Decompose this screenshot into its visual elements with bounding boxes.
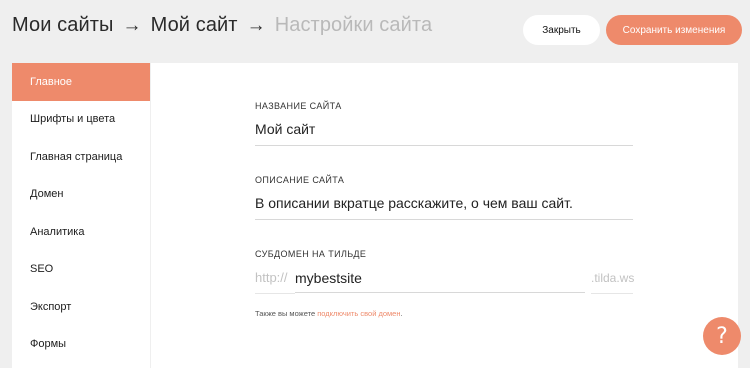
- domain-hint-text: Также вы можете: [255, 309, 318, 318]
- site-description-input[interactable]: [255, 195, 633, 220]
- save-button[interactable]: Сохранить изменения: [606, 15, 742, 45]
- breadcrumb-my-sites[interactable]: Мои сайты: [12, 14, 113, 37]
- sidebar: Главное Шрифты и цвета Главная страница …: [12, 63, 150, 368]
- subdomain-field: Субдомен на тильде http:// .tilda.ws: [255, 249, 635, 294]
- subdomain-suffix: .tilda.ws: [591, 271, 635, 285]
- divider: [255, 293, 295, 294]
- site-description-field: Описание сайта: [255, 175, 633, 220]
- question-icon: ?: [716, 323, 728, 349]
- site-name-input[interactable]: [255, 121, 633, 146]
- sidebar-item-export[interactable]: Экспорт: [12, 288, 150, 326]
- subdomain-prefix: http://: [255, 270, 288, 285]
- sidebar-item-seo[interactable]: SEO: [12, 251, 150, 289]
- divider: [591, 293, 633, 294]
- breadcrumb-arrow-icon: →: [246, 14, 266, 36]
- settings-panel: Название сайта Описание сайта Субдомен н…: [151, 63, 738, 368]
- connect-domain-link[interactable]: подключить свой домен: [317, 309, 400, 318]
- site-name-field: Название сайта: [255, 101, 633, 146]
- subdomain-row: http:// .tilda.ws: [255, 267, 635, 294]
- breadcrumb-current: Настройки сайта: [274, 14, 433, 36]
- close-button[interactable]: Закрыть: [523, 15, 600, 45]
- sidebar-item-homepage[interactable]: Главная страница: [12, 138, 150, 176]
- sidebar-item-domain[interactable]: Домен: [12, 176, 150, 214]
- sidebar-item-forms[interactable]: Формы: [12, 326, 150, 364]
- site-description-label: Описание сайта: [255, 175, 345, 185]
- sidebar-item-main[interactable]: Главное: [12, 63, 150, 101]
- site-name-label: Название сайта: [255, 101, 342, 111]
- domain-hint: Также вы можете подключить свой домен.: [255, 309, 403, 318]
- breadcrumb: Мои сайты → Мой сайт → Настройки сайта: [12, 14, 432, 37]
- help-button[interactable]: ?: [703, 317, 741, 355]
- domain-hint-end: .: [400, 309, 403, 318]
- breadcrumb-arrow-icon: →: [122, 14, 142, 36]
- breadcrumb-my-site[interactable]: Мой сайт: [151, 14, 238, 37]
- header: Мои сайты → Мой сайт → Настройки сайта З…: [0, 0, 750, 62]
- sidebar-item-fonts-colors[interactable]: Шрифты и цвета: [12, 101, 150, 139]
- subdomain-input[interactable]: [295, 267, 585, 293]
- subdomain-label: Субдомен на тильде: [255, 249, 367, 259]
- sidebar-item-analytics[interactable]: Аналитика: [12, 213, 150, 251]
